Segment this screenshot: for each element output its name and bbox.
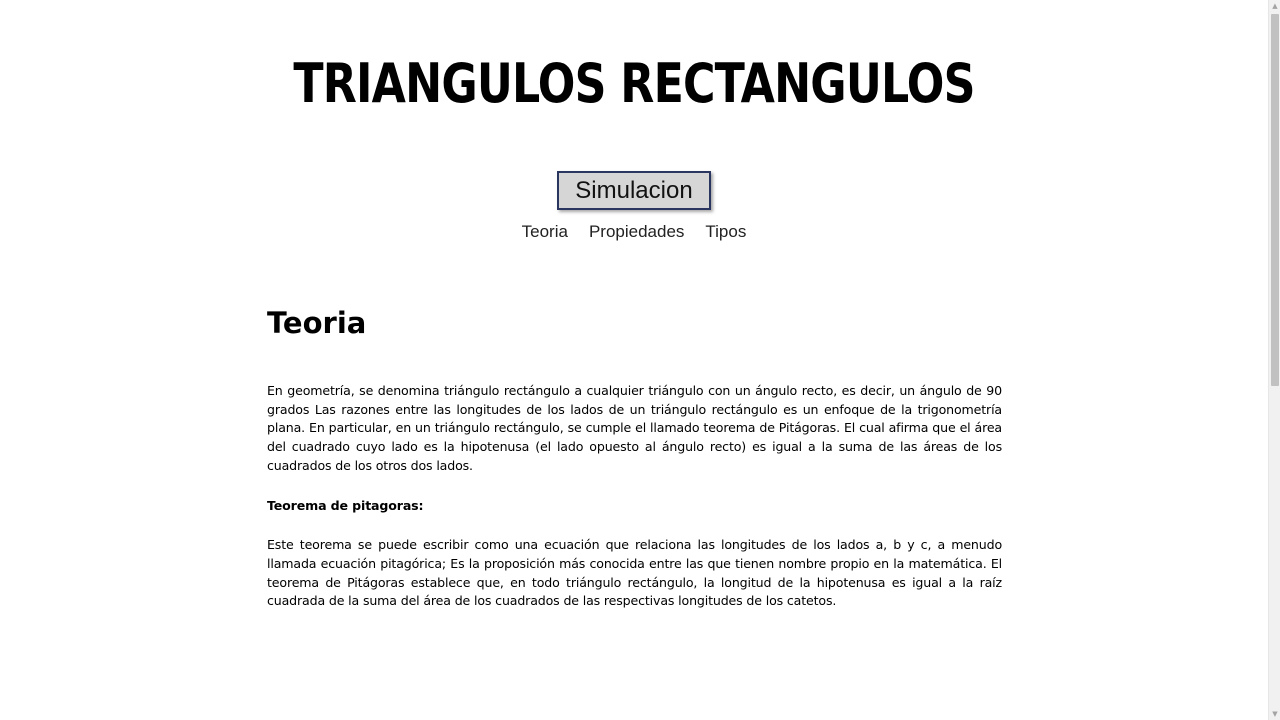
triangle-up-icon[interactable]: ▲ <box>1269 0 1280 12</box>
section-heading: Teoria <box>267 306 367 340</box>
pythagoras-paragraph: Este teorema se puede escribir como una … <box>267 537 1002 609</box>
nav-link-tipos[interactable]: Tipos <box>705 221 746 243</box>
page-title: TRIANGULOS RECTANGULOS <box>293 52 975 115</box>
nav-menu: Teoria Propiedades Tipos <box>0 221 1268 243</box>
content-section: Teoria En geometría, se denomina triángu… <box>267 300 1002 611</box>
page: TRIANGULOS RECTANGULOS Simulacion Teoria… <box>0 0 1280 720</box>
vertical-scrollbar[interactable]: ▲ ▼ <box>1268 0 1280 720</box>
nav-link-teoria[interactable]: Teoria <box>522 221 568 243</box>
simulation-button[interactable]: Simulacion <box>557 171 711 210</box>
scrollbar-thumb[interactable] <box>1271 14 1279 386</box>
nav-link-propiedades[interactable]: Propiedades <box>589 221 684 243</box>
triangle-down-icon[interactable]: ▼ <box>1269 708 1280 720</box>
section-subtitle: Teorema de pitagoras: <box>267 497 424 513</box>
intro-paragraph: En geometría, se denomina triángulo rect… <box>267 383 1002 473</box>
